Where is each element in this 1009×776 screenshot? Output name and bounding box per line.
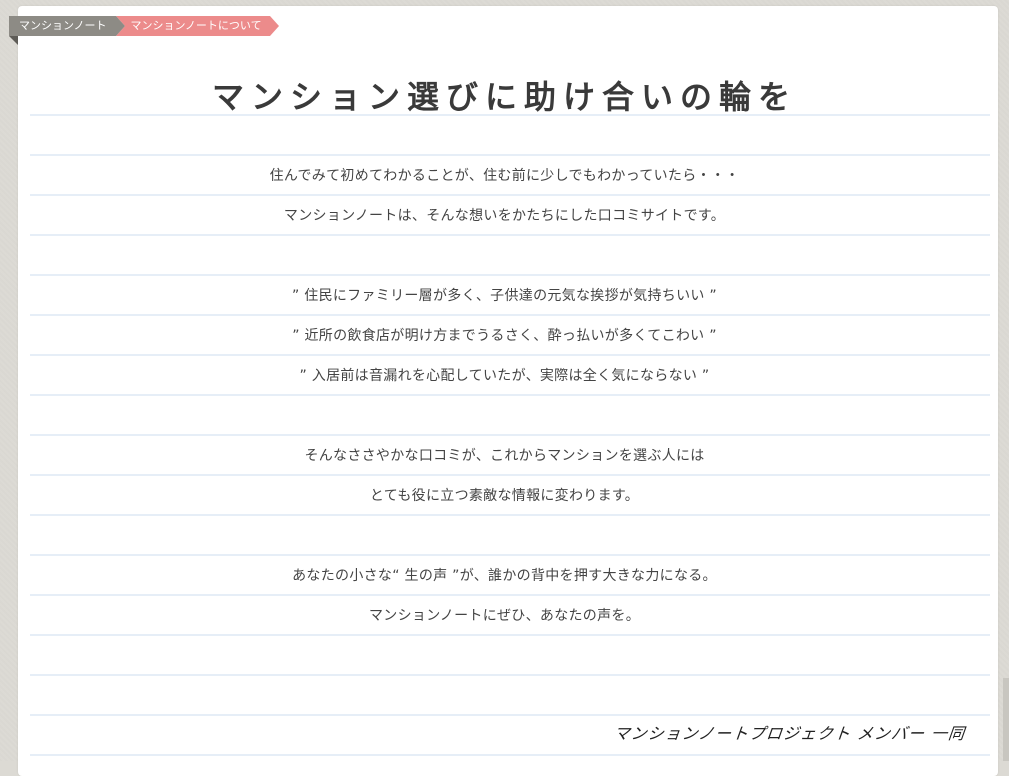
paragraph-line: マンションノートは、そんな想いをかたちにした口コミサイトです。 xyxy=(283,208,726,224)
rule-line xyxy=(30,274,990,276)
rule-line xyxy=(30,674,990,676)
page-title: マンション選びに助け合いの輪を xyxy=(211,78,797,116)
content-card xyxy=(18,6,998,776)
rule-line xyxy=(30,354,990,356)
breadcrumb-current: マンションノートについて xyxy=(116,16,279,36)
rule-line xyxy=(30,314,990,316)
rule-line xyxy=(30,434,990,436)
ruled-lines xyxy=(30,6,990,776)
review-quote: ” 近所の飲食店が明け方までうるさく、酔っ払いが多くてこわい ” xyxy=(292,328,717,344)
rule-line xyxy=(30,474,990,476)
rule-line xyxy=(30,754,990,756)
paragraph-line: そんなささやかな口コミが、これからマンションを選ぶ人には xyxy=(304,448,705,464)
rule-line xyxy=(30,234,990,236)
paragraph-line: あなたの小さな“ 生の声 ”が、誰かの背中を押す大きな力になる。 xyxy=(292,568,717,584)
paragraph-line: 住んでみて初めてわかることが、住む前に少しでもわかっていたら・・・ xyxy=(269,168,740,184)
rule-line xyxy=(30,634,990,636)
review-quote: ” 入居前は音漏れを心配していたが、実際は全く気にならない ” xyxy=(299,368,710,384)
signature: マンションノートプロジェクト メンバー 一同 xyxy=(612,724,966,743)
rule-line xyxy=(30,194,990,196)
rule-line xyxy=(30,514,990,516)
breadcrumb-current-label: マンションノートについて xyxy=(130,19,262,32)
rule-line xyxy=(30,394,990,396)
rule-line xyxy=(30,714,990,716)
rule-line xyxy=(30,154,990,156)
review-quote: ” 住民にファミリー層が多く、子供達の元気な挨拶が気持ちいい ” xyxy=(291,288,717,304)
paragraph-line: とても役に立つ素敵な情報に変わります。 xyxy=(369,488,640,504)
rule-line xyxy=(30,594,990,596)
rule-line xyxy=(30,554,990,556)
breadcrumb-home-link[interactable]: マンションノート xyxy=(9,16,126,45)
breadcrumb: マンションノート マンションノートについて xyxy=(9,16,279,45)
scrollbar-thumb[interactable] xyxy=(1003,678,1009,761)
paragraph-line: マンションノートにぜひ、あなたの声を。 xyxy=(369,608,640,624)
